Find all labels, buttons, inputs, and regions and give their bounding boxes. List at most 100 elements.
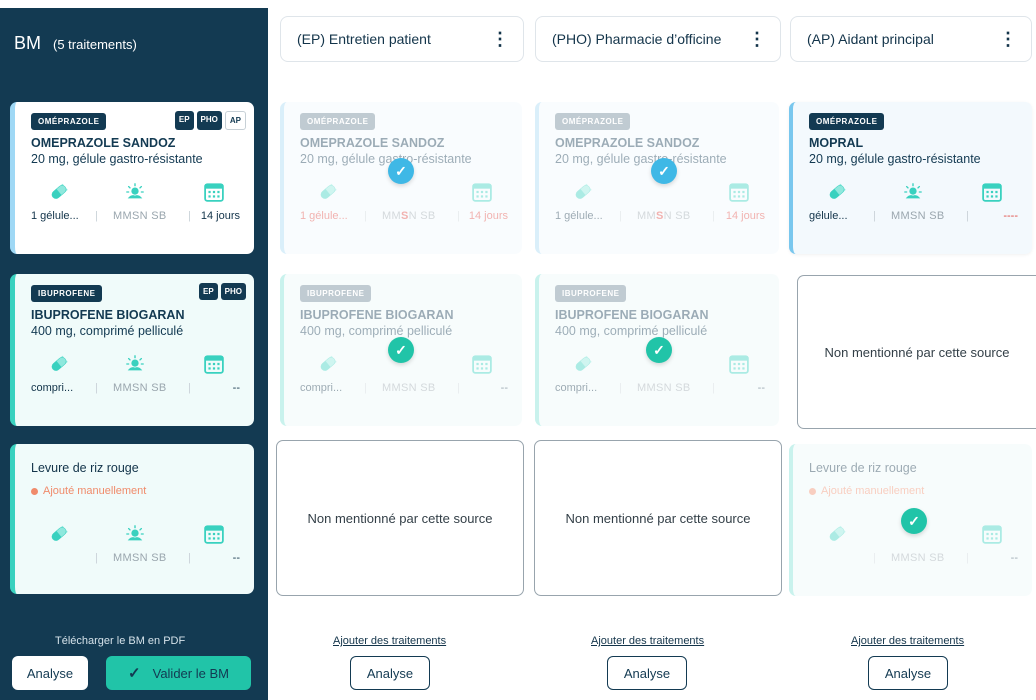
check-icon[interactable]: ✓: [388, 158, 414, 184]
drug-form: 20 mg, gélule gastro-résistante: [300, 152, 472, 166]
separator: |: [95, 382, 98, 394]
dose-text: compri...: [555, 382, 598, 394]
source-tag-pho: PHO: [196, 111, 222, 130]
source-tag-pho: PHO: [220, 283, 246, 300]
add-treatments-link-ep[interactable]: Ajouter des traitements: [333, 635, 446, 647]
molecule-tag: IBUPROFENE: [555, 285, 627, 302]
calendar-icon: [982, 182, 1002, 202]
molecule-tag: IBUPROFENE: [31, 285, 103, 302]
check-icon[interactable]: ✓: [388, 337, 414, 363]
drug-form: 20 mg, gélule gastro-résistante: [555, 152, 727, 166]
bm-card-levure[interactable]: Levure de riz rouge Ajouté manuellement …: [10, 444, 254, 594]
source-tags: EP PHO: [198, 283, 246, 300]
calendar-icon: [204, 354, 224, 374]
add-treatments-link-ap[interactable]: Ajouter des traitements: [851, 635, 964, 647]
ep-card-not-mentioned: Non mentionné par cette source: [276, 440, 524, 596]
separator: |: [95, 210, 98, 222]
separator: |: [619, 210, 622, 222]
schedule: MMSN SB: [891, 210, 945, 222]
separator: |: [712, 210, 715, 222]
separator: |: [364, 382, 367, 394]
check-icon: ✓: [128, 665, 141, 682]
pill-icon: [318, 354, 338, 374]
manual-added-badge: Ajouté manuellement: [809, 485, 924, 497]
drug-name: IBUPROFENE BIOGARAN: [555, 308, 709, 322]
valider-bm-button[interactable]: ✓ Valider le BM: [106, 656, 251, 690]
pill-icon: [573, 182, 593, 202]
analyse-button-ep[interactable]: Analyse: [350, 656, 430, 690]
schedule: MMSN SB: [891, 552, 945, 564]
schedule: MMSN SB: [382, 210, 436, 222]
check-icon[interactable]: ✓: [901, 508, 927, 534]
duration-text: --: [1010, 552, 1018, 564]
pill-icon: [573, 354, 593, 374]
separator: |: [188, 382, 191, 394]
dose-text: compri...: [31, 382, 74, 394]
source-tag-ep: EP: [174, 111, 194, 130]
column-title: (PHO) Pharmacie d’officine: [552, 31, 722, 47]
sun-cloud-icon: [125, 182, 145, 202]
dot-icon: [809, 487, 816, 495]
drug-form: 400 mg, comprimé pelliculé: [31, 324, 184, 338]
not-mentioned-text: Non mentionné par cette source: [565, 510, 751, 526]
molecule-tag: OMÉPRAZOLE: [809, 113, 885, 130]
pill-icon: [49, 354, 69, 374]
separator: |: [873, 552, 876, 564]
drug-form: 20 mg, gélule gastro-résistante: [31, 152, 203, 166]
check-icon[interactable]: ✓: [651, 158, 677, 184]
ap-card-not-mentioned: Non mentionné par cette source: [797, 275, 1036, 429]
source-tag-ap: AP: [224, 111, 246, 130]
analyse-button-ap[interactable]: Analyse: [868, 656, 948, 690]
pill-icon: [49, 182, 69, 202]
duration-text: ----: [1003, 210, 1018, 222]
duration-text: 14 jours: [200, 210, 240, 222]
duration-text: --: [232, 552, 240, 564]
column-header-ep: (EP) Entretien patient ⋮: [280, 16, 524, 62]
bm-card-ibuprofene[interactable]: IBUPROFENE EP PHO IBUPROFENE BIOGARAN 40…: [10, 274, 254, 426]
drug-name: OMEPRAZOLE SANDOZ: [555, 136, 700, 150]
molecule-tag: OMÉPRAZOLE: [555, 113, 631, 130]
pill-icon: [827, 182, 847, 202]
analyse-button[interactable]: Analyse: [12, 656, 88, 690]
molecule-tag: OMÉPRAZOLE: [300, 113, 376, 130]
separator: |: [457, 382, 460, 394]
sun-cloud-icon: [125, 524, 145, 544]
separator: |: [188, 210, 191, 222]
dose-text: 1 gélule...: [555, 210, 603, 222]
dose-text: 1 gélule...: [31, 210, 79, 222]
separator: |: [188, 552, 191, 564]
column-title: (EP) Entretien patient: [297, 31, 431, 47]
molecule-tag: OMÉPRAZOLE: [31, 113, 107, 130]
pho-card-not-mentioned: Non mentionné par cette source: [534, 440, 782, 596]
schedule: MMSN SB: [637, 382, 691, 394]
more-menu-icon[interactable]: ⋮: [999, 30, 1017, 48]
duration-text: --: [757, 382, 765, 394]
more-menu-icon[interactable]: ⋮: [491, 30, 509, 48]
download-pdf-link[interactable]: Télécharger le BM en PDF: [55, 635, 185, 647]
drug-name: OMEPRAZOLE SANDOZ: [31, 136, 176, 150]
bm-title: BM: [14, 33, 41, 53]
schedule: MMSN SB: [113, 382, 167, 394]
source-tags: EP PHO AP: [174, 111, 246, 130]
bm-card-omeprazole[interactable]: OMÉPRAZOLE EP PHO AP OMEPRAZOLE SANDOZ 2…: [10, 102, 254, 254]
duration-text: --: [500, 382, 508, 394]
more-menu-icon[interactable]: ⋮: [748, 30, 766, 48]
source-tag-ep: EP: [198, 283, 218, 300]
drug-name: MOPRAL: [809, 136, 864, 150]
column-title: (AP) Aidant principal: [807, 31, 934, 47]
column-header-ap: (AP) Aidant principal ⋮: [790, 16, 1032, 62]
duration-text: --: [232, 382, 240, 394]
add-treatments-link-pho[interactable]: Ajouter des traitements: [591, 635, 704, 647]
analyse-button-pho[interactable]: Analyse: [607, 656, 687, 690]
dot-icon: [31, 487, 38, 495]
duration-text: 14 jours: [468, 210, 508, 222]
schedule: MMSN SB: [637, 210, 691, 222]
ap-card-mopral[interactable]: OMÉPRAZOLE MOPRAL 20 mg, gélule gastro-r…: [789, 102, 1032, 254]
dose-text: gélule...: [809, 210, 848, 222]
bm-header: BM (5 traitements): [14, 33, 137, 54]
calendar-icon: [472, 354, 492, 374]
check-icon[interactable]: ✓: [646, 337, 672, 363]
not-mentioned-text: Non mentionné par cette source: [824, 344, 1010, 360]
separator: |: [364, 210, 367, 222]
separator: |: [966, 552, 969, 564]
